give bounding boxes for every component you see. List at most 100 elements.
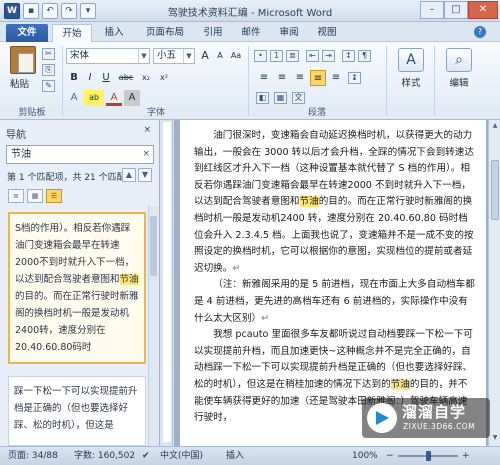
bold-button[interactable]: B (66, 70, 82, 86)
text-effects-button[interactable]: A (66, 90, 82, 106)
tab-view[interactable]: 视图 (310, 24, 344, 42)
watermark-name: 溜溜自学 (402, 403, 467, 421)
tab-review[interactable]: 审阅 (272, 24, 306, 42)
insert-mode[interactable]: 插入 (226, 447, 244, 465)
ribbon: 粘贴 ✂ ⎘ ✎ 剪贴板 宋体 ▼ 小五 ▼ A A Aa B I U abc … (0, 42, 500, 120)
search-result-item[interactable]: S档的作用）。相反若你遇踩油门变速箱会最早在转速2000不到时就升入下一档，以达… (8, 212, 146, 364)
grow-font-button[interactable]: A (197, 48, 213, 64)
scrollbar-thumb[interactable] (491, 160, 499, 220)
decrease-indent-icon[interactable]: ⇤ (306, 50, 319, 62)
borders-icon[interactable]: ▦ (274, 92, 287, 104)
char-shading-button[interactable]: A (124, 90, 140, 106)
window-controls: – □ ✕ (420, 1, 498, 19)
spell-check-icon[interactable]: ✔ (142, 447, 150, 465)
zoom-slider-thumb[interactable] (426, 451, 431, 461)
language-indicator[interactable]: 中文(中国) (160, 447, 203, 465)
styles-button[interactable]: A 样式 (394, 48, 428, 89)
increase-indent-icon[interactable]: ⇥ (322, 50, 335, 62)
multilevel-list-icon[interactable]: ≣ (286, 50, 299, 62)
pages-view-icon[interactable]: ▦ (27, 189, 43, 203)
tab-insert[interactable]: 插入 (96, 24, 132, 42)
vertical-ruler (161, 120, 173, 446)
align-left-button[interactable]: ≡ (256, 70, 272, 86)
paste-icon[interactable] (10, 46, 36, 74)
next-result-icon[interactable]: ▼ (138, 168, 152, 182)
group-divider (62, 46, 63, 116)
close-button[interactable]: ✕ (468, 1, 498, 19)
sort-icon[interactable]: ↕ (342, 50, 355, 62)
numbering-icon[interactable]: 1 (270, 50, 283, 62)
align-center-button[interactable]: ≡ (274, 70, 290, 86)
zoom-in-button[interactable]: + (462, 447, 470, 465)
format-painter-icon[interactable]: ✎ (42, 80, 55, 92)
superscript-button[interactable]: x² (156, 70, 172, 86)
highlight-color-button[interactable]: ab (84, 90, 104, 106)
tab-references[interactable]: 引用 (196, 24, 230, 42)
previous-result-icon[interactable]: ▲ (122, 168, 136, 182)
bullets-icon[interactable]: • (254, 50, 267, 62)
document-body[interactable]: 油门很深时，变速箱会自动延迟换档时机，以获得更大的动力输出，一般会在 3000 … (194, 128, 476, 427)
nav-view-tabs: ≡ ▦ ☰ (8, 189, 62, 203)
document-text: （注：新雅阁采用的是 5 前进档，现在市面上大多自动档车都是 4 前进档，更先进… (194, 279, 475, 324)
tab-file[interactable]: 文件 (6, 24, 48, 42)
scroll-down-icon[interactable]: ▼ (490, 434, 500, 444)
clipboard-group-label: 剪贴板 (18, 108, 46, 118)
nav-close-icon[interactable]: × (143, 125, 151, 135)
zoom-out-button[interactable]: − (386, 447, 394, 465)
distributed-button[interactable]: ≡ (328, 70, 344, 86)
styles-icon: A (398, 48, 424, 72)
justify-button[interactable]: ≡ (310, 70, 326, 86)
maximize-button[interactable]: □ (444, 1, 468, 19)
align-right-button[interactable]: ≡ (292, 70, 308, 86)
headings-view-icon[interactable]: ≡ (8, 189, 24, 203)
search-highlight: 节油 (390, 378, 410, 390)
search-result-item[interactable]: 踩一下松一下可以实现提前升档是正确的（但也要选择好踩、松的时机），但这是 (8, 376, 146, 446)
group-divider (434, 46, 435, 116)
nav-search-input[interactable]: 节油 × (6, 145, 154, 164)
group-divider (248, 46, 249, 116)
editing-button[interactable]: ⌕ 编辑 (442, 48, 476, 89)
shrink-font-button[interactable]: A (212, 48, 228, 64)
document-scrollbar[interactable]: ▲ ▼ (488, 120, 500, 446)
minimize-button[interactable]: – (420, 1, 444, 19)
tab-page-layout[interactable]: 页面布局 (136, 24, 194, 42)
clear-search-icon[interactable]: × (142, 146, 150, 163)
group-divider (386, 46, 387, 116)
italic-button[interactable]: I (82, 70, 98, 86)
strikethrough-button[interactable]: abc (116, 70, 136, 86)
page-count[interactable]: 页面: 34/88 (8, 447, 58, 465)
shading-icon[interactable]: ◧ (256, 92, 269, 104)
nav-scrollbar[interactable] (148, 206, 158, 446)
status-bar: 页面: 34/88 字数: 160,502 ✔ 中文(中国) 插入 100% −… (0, 446, 500, 465)
word-count[interactable]: 字数: 160,502 (74, 447, 135, 465)
font-size-value: 小五 (157, 50, 177, 61)
copy-icon[interactable]: ⎘ (42, 64, 55, 76)
help-icon[interactable]: ? (474, 26, 486, 38)
scroll-up-icon[interactable]: ▲ (490, 122, 500, 132)
font-name-select[interactable]: 宋体 ▼ (66, 48, 150, 64)
font-color-button[interactable]: A (106, 90, 122, 106)
subscript-button[interactable]: x₂ (138, 70, 154, 86)
font-group-label: 字体 (146, 108, 165, 118)
tab-home[interactable]: 开始 (52, 24, 92, 43)
change-case-button[interactable]: Aa (228, 48, 244, 64)
tab-mailings[interactable]: 邮件 (234, 24, 268, 42)
cut-icon[interactable]: ✂ (42, 48, 55, 60)
chinese-layout-icon[interactable]: 文 (292, 92, 305, 104)
nav-pane-title: 导航 (6, 130, 26, 141)
show-marks-icon[interactable]: ¶ (358, 50, 371, 62)
underline-button[interactable]: U (98, 70, 114, 86)
watermark-url: ZIXUE.3D66.COM (403, 422, 476, 431)
zoom-level[interactable]: 100% (352, 447, 378, 465)
paste-button[interactable]: 粘贴 (10, 76, 29, 90)
paragraph-mark: ↵ (232, 262, 241, 274)
line-spacing-icon[interactable]: ↨ (348, 72, 361, 84)
results-view-icon[interactable]: ☰ (46, 189, 62, 203)
result-highlight: 节油 (119, 274, 139, 285)
navigation-pane: 导航 × 节油 × 第 1 个匹配项，共 21 个匹配项 ▲ ▼ ≡ ▦ ☰ S… (0, 120, 160, 446)
result-text: 的目的。而在正常行驶时新雅阁的换档时机一般是发动机2400转，速度分别在20.4… (15, 291, 139, 353)
font-size-select[interactable]: 小五 ▼ (153, 48, 195, 64)
scrollbar-thumb[interactable] (150, 216, 157, 276)
paragraph: 油门很深时，变速箱会自动延迟换档时机，以获得更大的动力输出，一般会在 3000 … (194, 128, 476, 277)
nav-search-value: 节油 (11, 149, 31, 160)
